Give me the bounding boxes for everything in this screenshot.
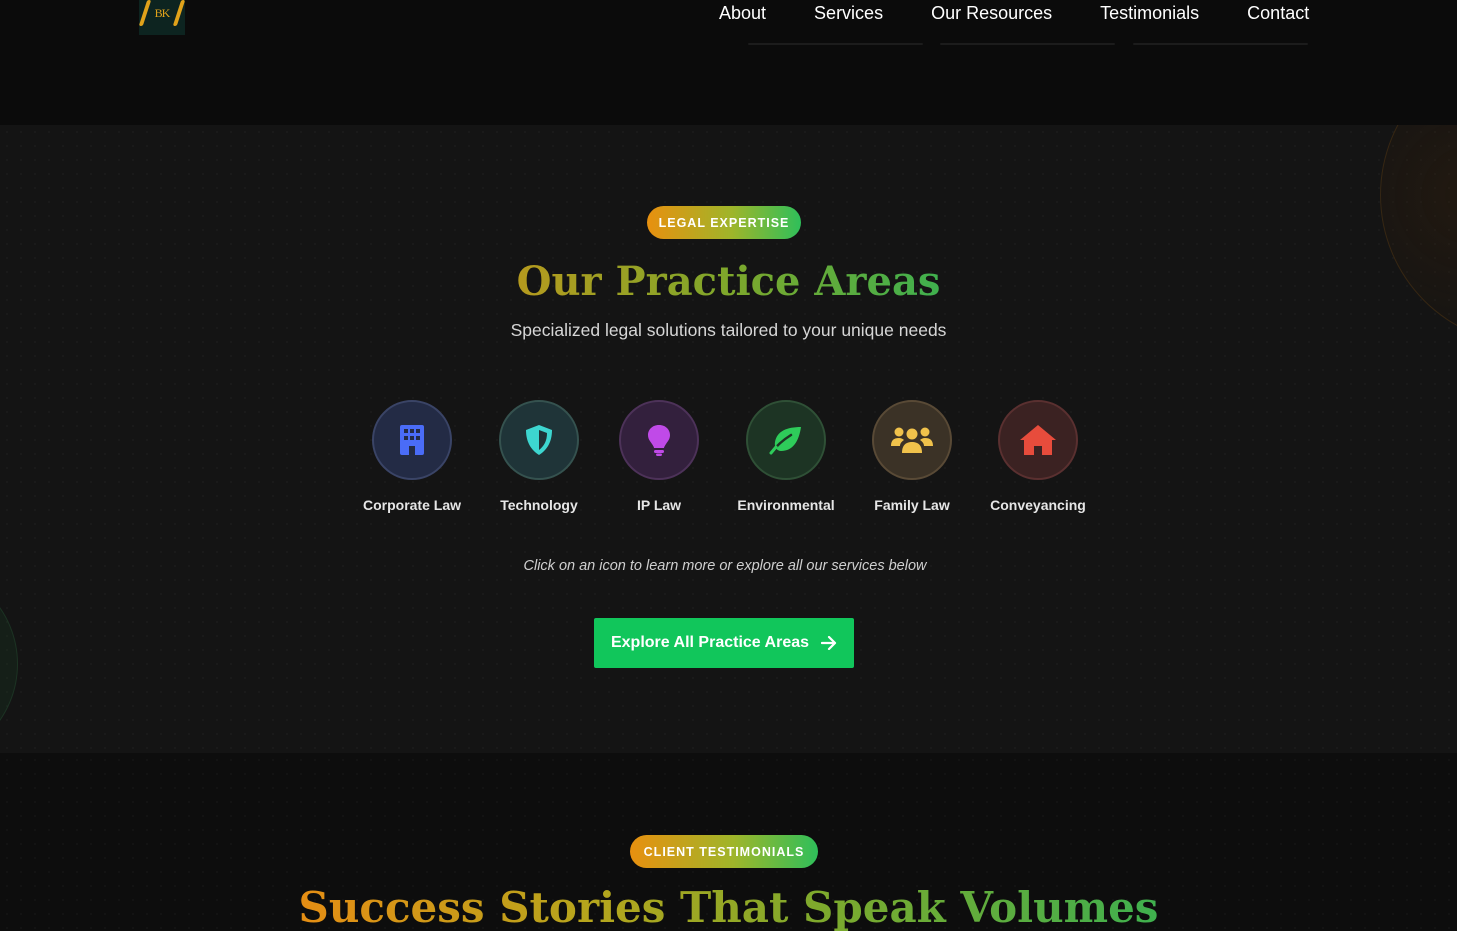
logo-mark: BK [154, 6, 171, 20]
practice-area-technology[interactable]: Technology [469, 400, 609, 513]
section-title-text: Our Practice Areas [516, 258, 941, 305]
section-subtitle: Specialized legal solutions tailored to … [510, 320, 947, 340]
cta-label: Explore All Practice Areas [610, 634, 810, 651]
practice-area-label: Corporate Law [362, 497, 461, 513]
site-header: BK About Services Our Resources Testimon… [0, 0, 1457, 125]
nav-divider [940, 43, 1115, 45]
practice-areas-section: LEGAL EXPERTISE Our Practice Areas Speci… [0, 125, 1457, 753]
practice-area-corporate-law[interactable]: Corporate Law [342, 400, 482, 513]
logo[interactable]: BK [138, 0, 186, 35]
section-badge: LEGAL EXPERTISE [647, 206, 801, 239]
home-icon [1020, 425, 1056, 455]
practice-area-label: IP Law [636, 497, 682, 513]
section-badge: CLIENT TESTIMONIALS [630, 835, 818, 868]
practice-area-circle[interactable] [746, 400, 826, 480]
nav-contact[interactable]: Contact [1223, 0, 1333, 30]
section-hint: Click on an icon to learn more or explor… [523, 558, 927, 574]
users-icon [891, 427, 933, 453]
section-title: Success Stories That Speak Volumes [0, 883, 1457, 931]
main-nav: About Services Our Resources Testimonial… [695, 0, 1333, 30]
nav-about[interactable]: About [695, 0, 790, 30]
practice-area-label: Conveyancing [990, 497, 1086, 513]
logo-slash-right [172, 0, 186, 26]
explore-practice-areas-button[interactable]: Explore All Practice Areas [594, 618, 854, 668]
practice-area-circle[interactable] [372, 400, 452, 480]
practice-area-label: Family Law [874, 497, 950, 513]
logo-slash-left [138, 0, 152, 26]
practice-area-circle[interactable] [872, 400, 952, 480]
decorative-circle [0, 565, 18, 753]
leaf-icon [769, 427, 801, 455]
section-title-text: Success Stories That Speak Volumes [298, 883, 1159, 931]
nav-divider [748, 43, 923, 45]
practice-area-conveyancing[interactable]: Conveyancing [968, 400, 1108, 513]
testimonials-section: CLIENT TESTIMONIALS Success Stories That… [0, 753, 1457, 931]
practice-area-family-law[interactable]: Family Law [842, 400, 982, 513]
nav-services[interactable]: Services [790, 0, 907, 30]
practice-area-circle[interactable] [998, 400, 1078, 480]
practice-area-circle[interactable] [499, 400, 579, 480]
shield-icon [526, 425, 552, 455]
practice-area-environmental[interactable]: Environmental [716, 400, 856, 513]
nav-testimonials[interactable]: Testimonials [1076, 0, 1223, 30]
nav-divider [1133, 43, 1308, 45]
decorative-circle [1380, 125, 1457, 345]
practice-area-ip-law[interactable]: IP Law [589, 400, 729, 513]
practice-area-label: Technology [500, 497, 578, 513]
building-icon [400, 425, 424, 455]
lightbulb-icon [648, 425, 670, 456]
practice-area-circle[interactable] [619, 400, 699, 480]
section-title: Our Practice Areas [0, 258, 1457, 305]
arrow-right-icon [821, 636, 837, 650]
nav-our-resources[interactable]: Our Resources [907, 0, 1076, 30]
practice-area-label: Environmental [737, 497, 835, 513]
